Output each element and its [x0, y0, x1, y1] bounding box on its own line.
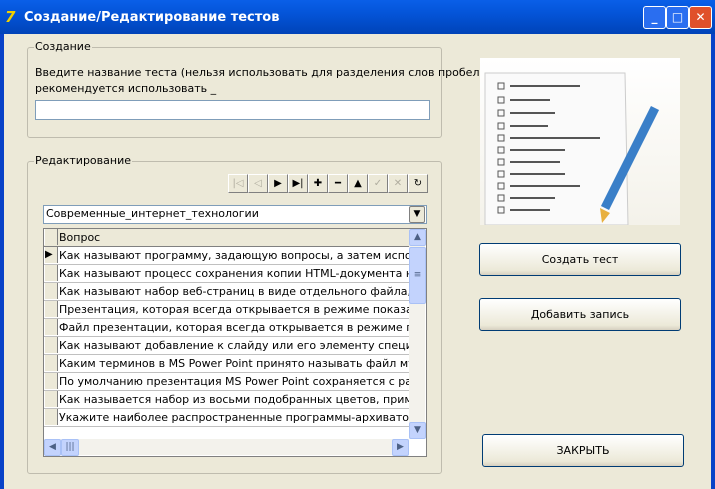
table-row[interactable]: Файл презентации, которая всегда открыва… — [44, 319, 409, 337]
row-indicator — [44, 283, 58, 299]
question-cell[interactable]: Как называется набор из восьми подобранн… — [59, 392, 409, 407]
row-indicator — [44, 265, 58, 281]
create-test-button[interactable]: Создать тест — [479, 243, 681, 276]
scroll-up-icon[interactable]: ▲ — [409, 229, 426, 246]
table-row[interactable]: Презентация, которая всегда открывается … — [44, 301, 409, 319]
prompt-text: рекомендуется использовать _ — [35, 82, 217, 95]
scroll-down-icon[interactable]: ▼ — [409, 422, 426, 439]
window-border — [0, 34, 4, 489]
edit-icon[interactable]: ▲ — [348, 174, 368, 193]
questions-grid: Вопрос ▶ Как называют программу, задающую… — [43, 228, 427, 457]
table-row[interactable]: Укажите наиболее распространенные програ… — [44, 409, 409, 427]
close-button[interactable]: ЗАКРЫТЬ — [482, 434, 684, 467]
question-cell[interactable]: Как называют процесс сохранения копии HT… — [59, 266, 409, 281]
test-illustration — [480, 58, 680, 226]
edit-legend: Редактирование — [34, 154, 132, 167]
row-indicator — [44, 319, 58, 335]
row-indicator — [44, 391, 58, 407]
table-row[interactable]: Как называют процесс сохранения копии HT… — [44, 265, 409, 283]
table-row[interactable]: Как называется набор из восьми подобранн… — [44, 391, 409, 409]
prompt-text: Введите название теста (нельзя использов… — [35, 66, 480, 79]
close-window-button[interactable]: ✕ — [689, 6, 712, 29]
first-icon[interactable]: |◁ — [228, 174, 248, 193]
horizontal-scrollbar[interactable]: ◀ ||| ▶ — [44, 439, 409, 456]
window-border — [711, 34, 715, 489]
row-indicator — [44, 355, 58, 371]
next-icon[interactable]: ▶ — [268, 174, 288, 193]
table-row[interactable]: ▶ Как называют программу, задающую вопрос… — [44, 247, 409, 265]
add-record-button[interactable]: Добавить запись — [479, 298, 681, 331]
db-navigator: |◁ ◁ ▶ ▶| ✚ ━ ▲ ✓ ✕ ↻ — [228, 174, 428, 193]
question-cell[interactable]: Как называют программу, задающую вопросы… — [59, 248, 409, 263]
question-cell[interactable]: Файл презентации, которая всегда открыва… — [59, 320, 409, 335]
test-select[interactable]: Современные_интернет_технологии ▼ — [43, 205, 427, 224]
question-cell[interactable]: Презентация, которая всегда открывается … — [59, 302, 409, 317]
table-row[interactable]: По умолчанию презентация MS Power Point … — [44, 373, 409, 391]
row-indicator: ▶ — [44, 247, 58, 263]
row-indicator — [44, 409, 58, 425]
scroll-thumb[interactable]: ≡ — [409, 247, 426, 304]
checklist-pen-icon — [484, 72, 660, 226]
test-name-input[interactable] — [35, 100, 430, 120]
cancel-icon[interactable]: ✕ — [388, 174, 408, 193]
row-indicator — [44, 337, 58, 353]
insert-icon[interactable]: ✚ — [308, 174, 328, 193]
table-row[interactable]: Каким терминов в MS Power Point принято … — [44, 355, 409, 373]
row-indicator — [44, 373, 58, 389]
column-header-question[interactable]: Вопрос — [59, 230, 100, 245]
last-icon[interactable]: ▶| — [288, 174, 308, 193]
table-row[interactable]: Как называют набор веб-страниц в виде от… — [44, 283, 409, 301]
minimize-button[interactable]: _ — [643, 6, 666, 29]
window-title: Создание/Редактирование тестов — [24, 10, 280, 25]
vertical-scrollbar[interactable]: ▲ ≡ ▼ — [409, 229, 426, 439]
test-select-value: Современные_интернет_технологии — [46, 207, 259, 220]
question-cell[interactable]: Как называют набор веб-страниц в виде от… — [59, 284, 409, 299]
question-cell[interactable]: Каким терминов в MS Power Point принято … — [59, 356, 409, 371]
app-icon: 7 — [5, 8, 16, 26]
scroll-thumb-h[interactable]: ||| — [61, 439, 79, 456]
prior-icon[interactable]: ◁ — [248, 174, 268, 193]
main-window: 7 Создание/Редактирование тестов _ □ ✕ С… — [0, 0, 715, 489]
scroll-left-icon[interactable]: ◀ — [44, 439, 61, 456]
grid-header: Вопрос — [44, 229, 409, 247]
question-cell[interactable]: Как называют добавление к слайду или его… — [59, 338, 409, 353]
post-icon[interactable]: ✓ — [368, 174, 388, 193]
question-cell[interactable]: Укажите наиболее распространенные програ… — [59, 410, 409, 425]
question-cell[interactable]: По умолчанию презентация MS Power Point … — [59, 374, 409, 389]
scroll-right-icon[interactable]: ▶ — [392, 439, 409, 456]
row-indicator — [44, 301, 58, 317]
chevron-down-icon[interactable]: ▼ — [409, 206, 425, 223]
header-indicator — [44, 229, 58, 245]
create-legend: Создание — [34, 40, 92, 53]
title-bar: 7 Создание/Редактирование тестов _ □ ✕ — [0, 0, 715, 34]
delete-icon[interactable]: ━ — [328, 174, 348, 193]
table-row[interactable]: Как называют добавление к слайду или его… — [44, 337, 409, 355]
refresh-icon[interactable]: ↻ — [408, 174, 428, 193]
maximize-button[interactable]: □ — [666, 6, 689, 29]
